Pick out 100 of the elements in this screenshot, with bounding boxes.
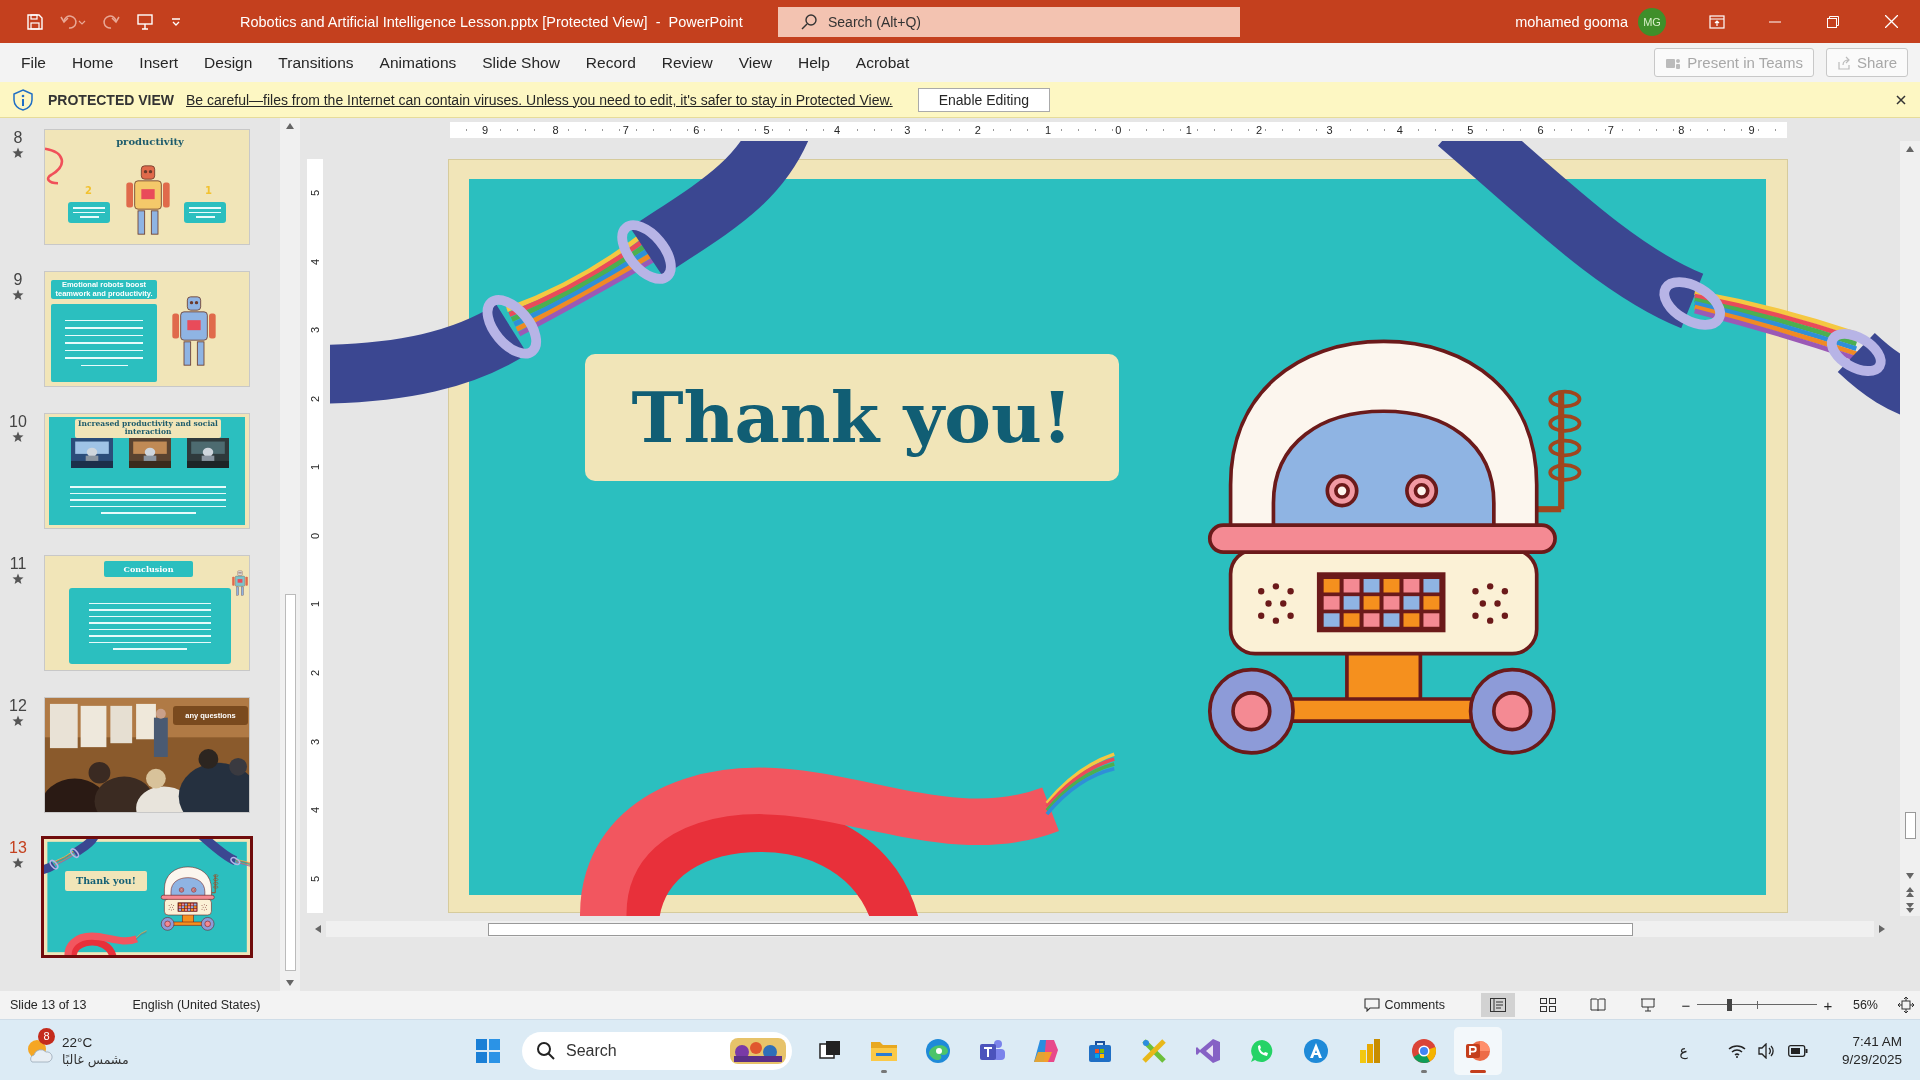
ribbon-tab[interactable]: Review [648,46,726,79]
ruler-number: 4 [309,807,321,814]
save-icon [26,12,44,31]
star-icon [12,857,24,869]
info-icon [12,88,34,111]
slide-number: 12 [9,697,27,715]
temperature[interactable]: 22°C [62,1033,129,1051]
tri-color-circle-icon [1411,1037,1437,1064]
ribbon-tab[interactable]: Design [191,46,266,79]
scrollbar-thumb[interactable] [488,922,1633,936]
ribbon-tab[interactable]: File [8,46,59,79]
zoom-out-button[interactable]: − [1678,996,1693,1014]
ruler-number: 1 [1043,123,1054,136]
people-icon [978,1038,1006,1063]
scroll-down-icon [1906,873,1914,879]
slide-number: 11 [9,555,27,573]
slide-thumbnail[interactable]: Thank you! [41,836,253,958]
language-status[interactable]: English (United States) [132,998,261,1012]
scrollbar-thumb[interactable] [1905,812,1916,839]
ribbon-tab[interactable]: Home [59,46,127,79]
ruler-number: 5 [761,123,772,136]
slider-thumb[interactable] [1727,999,1733,1011]
ribbon-loop-icon [1195,1037,1221,1064]
star-icon [12,431,24,443]
slide-title[interactable]: Thank you! [585,354,1119,481]
comments-button[interactable]: Comments [1357,998,1451,1012]
wifi-icon [1727,1043,1746,1058]
ruler-number: 5 [309,875,321,882]
zoom-in-button[interactable]: + [1820,996,1835,1014]
bar-chart-icon [1358,1037,1382,1064]
ruler-number: 1 [309,464,321,471]
ruler-number: 2 [309,669,321,677]
enable-editing-button[interactable]: Enable Editing [917,87,1050,112]
star-icon [12,147,24,159]
caret-icon [170,15,182,28]
minimize-icon [1769,20,1781,23]
redo-icon [102,12,120,31]
normal-view-icon [1489,998,1506,1012]
robot-drawing [231,568,249,598]
view-button[interactable] [1480,993,1515,1017]
ribbon-tab[interactable]: Transitions [265,46,367,79]
start-icon [475,1037,501,1064]
ruler-number: 0 [1113,123,1124,136]
window-title: Robotics and Artificial Intelligence Lesson.pptx [Protected View] - PowerPoint [240,13,744,30]
slide-thumbnail[interactable]: productivity 2 1 [44,129,250,245]
ribbon-tab[interactable]: View [725,46,785,79]
protected-view-label: PROTECTED VIEW [48,91,174,108]
notification-badge: 8 [38,1027,55,1045]
ruler-number: 0 [309,532,321,539]
ruler-number: 2 [1254,123,1265,136]
share-icon [1836,55,1851,70]
presentation-icon [136,12,154,31]
slide-number: 9 [13,271,23,289]
ruler-number: 7 [1605,123,1616,136]
scroll-up-icon [286,123,294,129]
ribbon-tab[interactable]: Record [572,46,649,79]
ruler-number: 3 [1324,123,1335,136]
slide-number: 10 [9,413,27,431]
close-icon [1896,94,1906,105]
ribbon-tab[interactable]: Help [784,46,843,79]
weather-condition[interactable]: مشمس غالبًا [62,1050,129,1068]
zoom-level[interactable]: 56% [1852,998,1878,1012]
search-field[interactable]: Search (Alt+Q) [778,6,1240,37]
ruler-number: 1 [1183,123,1194,136]
ribbon-tab[interactable]: Acrobat [842,46,923,79]
undo-icon [60,12,86,31]
ruler-number: 6 [1535,123,1546,136]
knot-icon [1032,1037,1060,1064]
warning-link[interactable]: Be careful—files from the Internet can contain viruses. Unless you need to edit, it's safer to stay in Protected View. [186,91,893,108]
slide-title: productivity [115,136,185,147]
ruler-number: 1 [309,601,321,608]
double-up-icon [1906,887,1914,897]
ruler-number: 2 [309,395,321,402]
scrollbar-thumb[interactable] [285,594,296,971]
ribbon-display-icon [1709,14,1725,29]
scroll-left-icon [315,924,321,933]
input-language[interactable]: ع [1679,1042,1688,1059]
search-icon [800,12,818,31]
chat-bubble-icon [1249,1037,1275,1064]
slide-title: Thank you! [65,871,147,891]
star-icon [12,573,24,585]
book-icon [1589,998,1606,1012]
number-marker: 1 [205,185,212,196]
close-icon [1884,15,1898,28]
clock-date[interactable]: 9/29/2025 [1841,1050,1902,1069]
ruler-number: 8 [1676,123,1687,136]
ribbon-tab[interactable]: Insert [126,46,192,79]
battery-icon [1787,1044,1808,1057]
clock-time[interactable]: 7:41 AM [1852,1032,1902,1051]
user-name: mohamed gooma [1515,13,1628,30]
text-lines-drawing [68,202,110,223]
ruler-number: 5 [309,190,321,197]
restore-icon [1827,15,1839,28]
text-lines-drawing [184,202,226,223]
scroll-up-icon [1906,146,1914,152]
ribbon-tab[interactable]: Animations [366,46,470,79]
ruler-number: 3 [902,123,913,136]
crossed-tools-icon [1141,1037,1167,1064]
ribbon-tab[interactable]: Slide Show [469,46,573,79]
swirl-icon [925,1037,951,1064]
